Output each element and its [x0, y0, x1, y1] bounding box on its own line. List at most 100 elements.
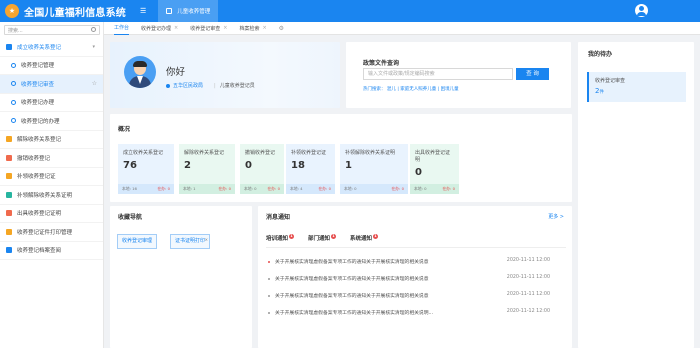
stat-value: 1 [345, 160, 352, 171]
stat-value: 2 [184, 160, 191, 171]
stat-name: 出具收养登记证明 [415, 150, 451, 163]
todo-panel: 我的待办 收养登记审查 2件 [578, 42, 694, 348]
sidebar-nav: 成立收养关系登记 ▾ 收养登记管理 收养登记审查 ☆ 收养登记办理收养登记的办理解除收养关… [0, 38, 103, 260]
bullet-icon [268, 311, 270, 314]
menu-icon [6, 43, 12, 50]
todo-item-label: 收养登记审查 [595, 78, 626, 84]
todo-item-count: 2件 [595, 87, 604, 95]
stat-card[interactable]: 撤销收养登记 0 本地: 0 在办: 0 [240, 144, 284, 194]
menu-icon [6, 154, 12, 161]
stat-value: 76 [123, 160, 137, 171]
gear-icon[interactable]: ⚙ [279, 25, 284, 32]
user-role: 儿童收养登记员 [214, 82, 255, 89]
news-date: 2020-11-11 12:00 [506, 292, 550, 297]
stat-name: 撤销收养登记 [245, 150, 276, 156]
user-icon [166, 83, 170, 88]
close-icon[interactable]: × [174, 25, 178, 31]
favorite-chip[interactable]: 证书证明打印 × [170, 233, 211, 249]
menu-toggle-icon[interactable]: ☰ [140, 7, 146, 15]
news-row[interactable]: 关于开展核实清理虚假备案专项工作的通知关于开展核实清理的相关说明... 2020-… [268, 309, 564, 316]
stat-footer: 本地: 4 在办: 0 [286, 184, 335, 194]
stat-card[interactable]: 补领收养登记证 18 本地: 4 在办: 0 [286, 144, 335, 194]
news-text: 关于开展核实清理虚假备案专项工作的通知关于开展核实清理的相关说意 [275, 294, 429, 299]
stat-card[interactable]: 出具收养登记证明 0 本地: 0 在办: 0 [410, 144, 459, 194]
sidebar-item[interactable]: 补领收养登记证 [0, 168, 103, 186]
sidebar-item-label: 撤销收养登记 [17, 155, 51, 162]
sidebar-item[interactable]: 收养登记档案查阅 [0, 242, 103, 260]
todo-item[interactable]: 收养登记审查 2件 [587, 72, 686, 102]
app-logo-icon: ★ [5, 4, 19, 18]
news-text: 关于开展核实清理虚假备案专项工作的通知关于开展核实清理的相关说意 [275, 260, 429, 265]
overview-card: 概况 成立收养关系登记 76 本地: 16 在办: 0 解除收养关系登记 2 本地: 1 在办… [110, 114, 572, 202]
news-tab-department[interactable]: 部门通知 1 [308, 234, 337, 242]
news-row[interactable]: 关于开展核实清理虚假备案专项工作的通知关于开展核实清理的相关说意 2020-11-… [268, 275, 564, 282]
sidebar-search-input[interactable]: 搜索... [4, 25, 100, 35]
favorites-title: 收藏导航 [118, 214, 143, 221]
sidebar-item[interactable]: 收养登记的办理 [0, 112, 103, 131]
bullet-icon [268, 277, 270, 280]
sidebar-item[interactable]: 解除收养关系登记 [0, 131, 103, 149]
circle-icon [11, 62, 16, 68]
page-tab[interactable]: 工作台 [114, 22, 130, 35]
sidebar-item-label: 出具收养登记证明 [17, 211, 62, 218]
stat-name: 解除收养关系登记 [184, 150, 225, 156]
news-tab-system[interactable]: 系统通知 1 [350, 234, 379, 242]
sidebar-item-label: 解除收养关系登记 [17, 137, 62, 144]
sidebar-item-label: 补领收养登记证 [17, 174, 56, 181]
close-icon[interactable]: × [205, 233, 208, 246]
top-nav-tab-label: 儿童收养管理 [177, 9, 211, 15]
sidebar-item[interactable]: 成立收养关系登记 ▾ [0, 38, 103, 57]
policy-search-button[interactable]: 查 询 [516, 68, 549, 80]
sidebar-item[interactable]: 出具收养登记证明 [0, 205, 103, 223]
star-icon[interactable]: ☆ [92, 80, 97, 87]
stat-footer: 本地: 16 在办: 0 [118, 184, 174, 194]
search-icon[interactable] [91, 27, 96, 32]
app-title: 全国儿童福利信息系统 [24, 7, 126, 19]
circle-icon [11, 118, 16, 124]
sidebar-item[interactable]: 收养登记办理 [0, 94, 103, 112]
sidebar-item-label: 收养登记审查 [21, 81, 55, 88]
stat-value: 0 [245, 160, 252, 171]
stat-card[interactable]: 解除收养关系登记 2 本地: 1 在办: 0 [179, 144, 235, 194]
stat-card[interactable]: 补领解除收养关系证明 1 本地: 0 在办: 0 [340, 144, 408, 194]
sidebar-item[interactable]: 收养登记管理 [0, 57, 103, 75]
bullet-icon [268, 260, 270, 263]
stat-card[interactable]: 成立收养关系登记 76 本地: 16 在办: 0 [118, 144, 174, 194]
news-row[interactable]: 关于开展核实清理虚假备案专项工作的通知关于开展核实清理的相关说意 2020-11-… [268, 292, 564, 299]
user-avatar-icon[interactable] [635, 4, 648, 17]
sidebar-item-label: 收养登记证件打印管理 [17, 229, 73, 236]
sidebar-item[interactable]: 收养登记审查 ☆ [0, 75, 103, 94]
news-text: 关于开展核实清理虚假备案专项工作的通知关于开展核实清理的相关说明... [275, 311, 434, 316]
sidebar-item[interactable]: 补领解除收养关系证明 [0, 186, 103, 205]
circle-icon [11, 81, 16, 87]
stat-footer: 本地: 0 在办: 0 [240, 184, 284, 194]
sidebar-item-label: 收养登记办理 [21, 100, 55, 107]
sidebar-item[interactable]: 收养登记证件打印管理 [0, 223, 103, 242]
menu-icon [6, 247, 12, 254]
page-tab[interactable]: 收养登记办理 × [141, 25, 178, 32]
sidebar-item[interactable]: 撤销收养登记 [0, 149, 103, 168]
stat-name: 成立收养关系登记 [123, 150, 164, 156]
page-tab[interactable]: 档案检索 × [239, 25, 266, 32]
sidebar-item-label: 补领解除收养关系证明 [17, 192, 73, 199]
user-portrait [124, 56, 156, 88]
todo-title: 我的待办 [588, 51, 613, 58]
search-placeholder: 搜索... [8, 27, 23, 34]
more-link[interactable]: 更多 > [548, 213, 564, 220]
stat-footer: 本地: 0 在办: 0 [410, 184, 459, 194]
news-text: 关于开展核实清理虚假备案专项工作的通知关于开展核实清理的相关说意 [275, 277, 429, 282]
news-date: 2020-11-11 12:00 [506, 258, 550, 263]
news-tab-training[interactable]: 培训通知 1 [266, 234, 295, 242]
close-icon[interactable]: × [223, 25, 227, 31]
policy-search-input[interactable]: 输入文件或政策/规定编码搜索 [363, 68, 513, 80]
close-icon[interactable]: × [262, 25, 266, 31]
favorite-chip[interactable]: 收养登记审理 [117, 234, 158, 249]
menu-icon [6, 136, 12, 143]
sidebar-item-label: 收养登记管理 [21, 63, 55, 70]
news-row[interactable]: 关于开展核实清理虚假备案专项工作的通知关于开展核实清理的相关说意 2020-11-… [268, 258, 564, 265]
hot-search-links[interactable]: 热门搜索： 混儿 | 家庭无人照养儿童 | 困境儿童 [363, 86, 459, 92]
sidebar: 搜索... 成立收养关系登记 ▾ 收养登记管理 收养登记审查 ☆ 收养登记办理收养登记的办… [0, 22, 104, 348]
menu-icon [6, 210, 12, 217]
page-tab[interactable]: 收养登记审查 × [190, 25, 227, 32]
top-nav-tab[interactable]: 儿童收养管理 [158, 0, 219, 22]
